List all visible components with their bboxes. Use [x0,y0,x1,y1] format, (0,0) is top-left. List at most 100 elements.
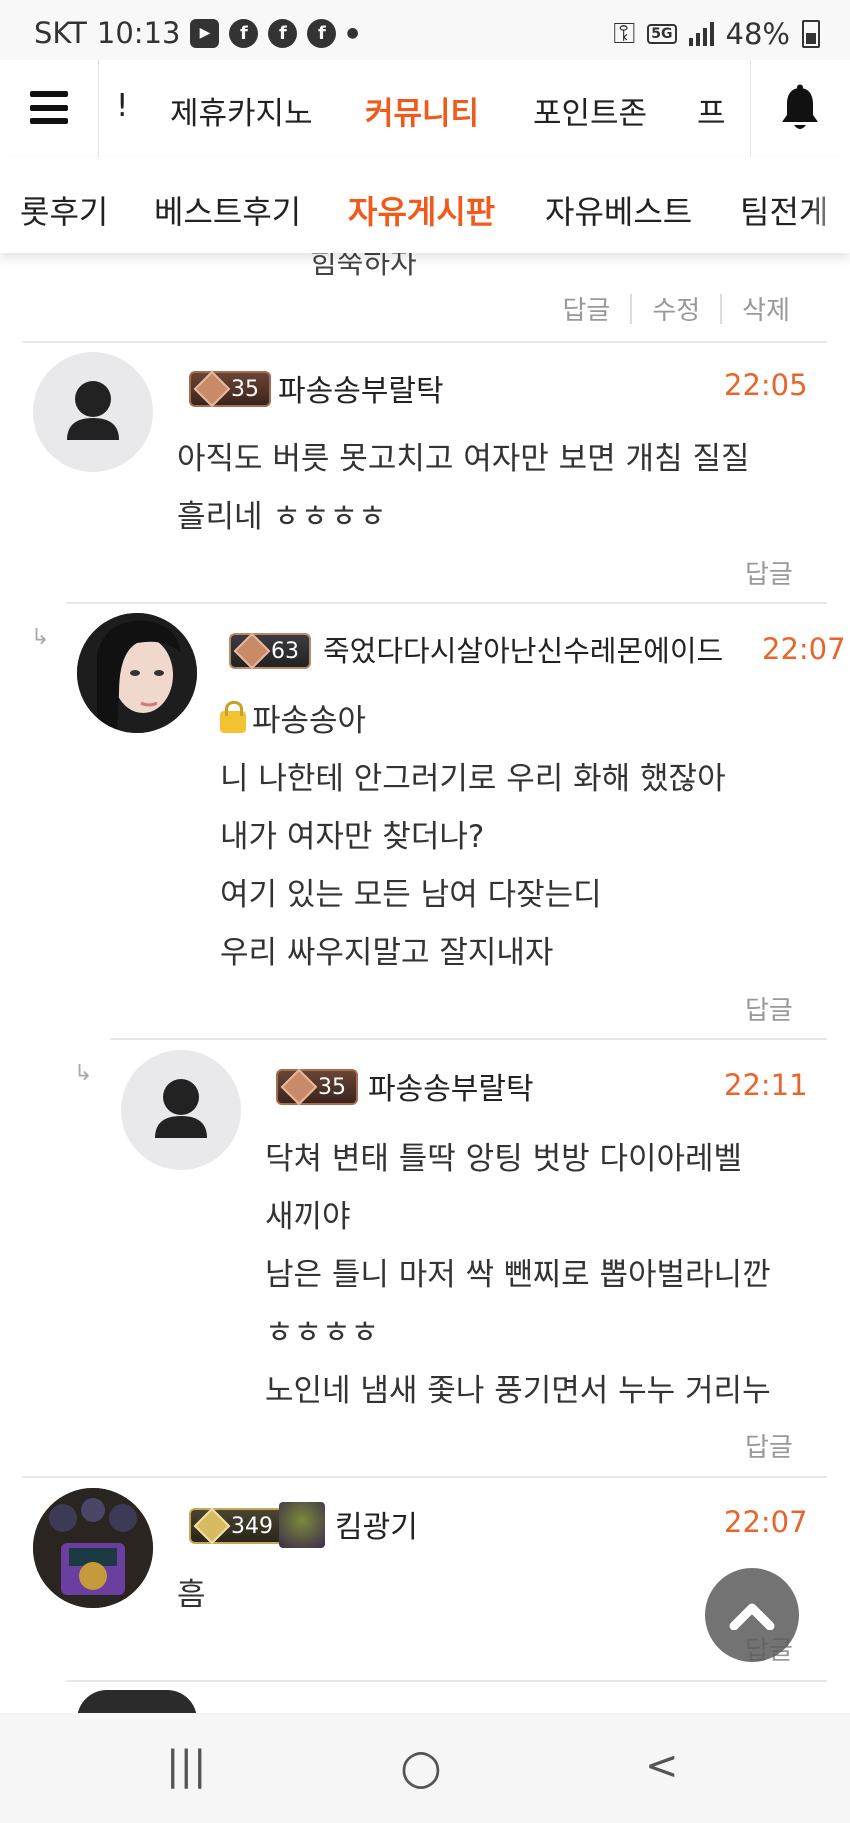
divider [66,1680,827,1682]
reply-arrow-icon: ↳ [74,1061,93,1086]
comment-line: 내가 여자만 찾더나? [220,819,485,855]
comment-line: 흘리네 ㅎㅎㅎㅎ [177,499,387,535]
recent-apps-icon[interactable]: ||| [166,1743,206,1789]
lock-icon [220,701,246,733]
comment-line: ㅎㅎㅎㅎ [265,1315,380,1351]
top-nav: ! 제휴카지노 커뮤니티 포인트존 프 [0,60,850,158]
nickname[interactable]: 킴광기 [335,1502,418,1546]
facebook-icon: f [307,18,337,48]
nav-divider [98,60,99,157]
comment-line: 아직도 버릇 못고치고 여자만 보면 개침 질질 [177,441,750,477]
clock: 10:13 [96,16,181,50]
mention-text: 파송송아 [252,703,367,739]
battery-percent: 48% [725,16,790,51]
top-nav-item-partial[interactable]: ! [116,88,128,124]
top-nav-item-casino[interactable]: 제휴카지노 [170,88,313,133]
comment-time: 22:07 [724,1505,808,1539]
comment-line: 노인네 냄새 좇나 풍기면서 누누 거리누 [265,1373,771,1409]
reply-button[interactable]: 답글 [745,554,793,591]
comment-time: 22:05 [724,368,808,402]
hamburger-icon[interactable] [30,91,68,124]
divider [110,1038,827,1040]
profile-photo [77,613,197,733]
comment-mention: 파송송아 [220,692,726,750]
overflow-fade [810,157,850,253]
level-badge: 35 [276,1068,358,1106]
item-icon [279,1502,325,1548]
level-badge: 349 [189,1507,285,1545]
comment-line: 니 나한테 안그러기로 우리 화해 했잖아 [220,761,726,797]
comment-line: 여기 있는 모든 남여 다잦는디 [220,877,602,913]
reply-button[interactable]: 답글 [562,290,610,327]
comment-line: 닥쳐 변태 틀딱 앙팅 벗방 다이아레벨 [265,1141,743,1177]
top-nav-item-points[interactable]: 포인트존 [533,88,647,133]
edit-button[interactable]: 수정 [652,290,700,327]
divider [66,602,827,604]
more-notifications-icon: ● [346,25,359,41]
signal-icon [688,21,714,46]
sub-nav-item-free-best[interactable]: 자유베스트 [545,187,692,233]
status-left: SKT 10:13 ▶ f f f ● [34,16,359,50]
network-badge: 5G [647,23,677,44]
divider [22,1476,827,1478]
key-icon: ⚿ [613,16,636,50]
divider [720,293,723,324]
comment-body: 흠 [177,1566,206,1624]
comment-body: 파송송아 니 나한테 안그러기로 우리 화해 했잖아 내가 여자만 찾더나? 여… [220,692,726,982]
level-value: 35 [231,376,259,402]
carrier: SKT [34,16,87,50]
level-value: 35 [318,1074,346,1100]
youtube-icon: ▶ [190,18,220,48]
comment-line: 새끼야 [265,1199,351,1235]
nav-divider [750,60,751,157]
reply-button[interactable]: 답글 [745,1427,793,1464]
game-avatar-image [33,1488,153,1608]
reply-arrow-icon: ↳ [31,625,50,650]
reply-button[interactable]: 답글 [745,990,793,1027]
level-badge: 35 [189,370,271,408]
nickname[interactable]: 파송송부랄탁 [278,366,444,410]
system-nav-bar: ||| ○ < [0,1713,850,1823]
divider [630,293,633,324]
nickname[interactable]: 죽었다다시살아난신수레몬에이드 [323,628,723,670]
rank-gem-icon [233,632,271,670]
divider [22,341,827,343]
rank-gem-icon [280,1068,318,1106]
nickname[interactable]: 파송송부랄탁 [368,1064,534,1108]
scroll-top-button[interactable] [705,1568,799,1662]
comment-time: 22:11 [724,1068,808,1102]
bell-icon[interactable] [779,84,821,134]
comment-line: 우리 싸우지말고 잘지내자 [220,935,554,971]
chevron-up-icon [729,1603,775,1630]
sub-nav-item-best-reviews[interactable]: 베스트후기 [154,187,301,233]
rank-gem-icon [193,370,231,408]
rank-gem-icon [193,1507,231,1545]
sub-nav: 롯후기 베스트후기 자유게시판 자유베스트 팀전게 [0,157,850,253]
facebook-icon: f [268,18,298,48]
avatar[interactable] [121,1050,241,1170]
status-right: ⚿ 5G 48% [613,16,820,51]
back-icon[interactable]: < [645,1743,679,1789]
comment-line: 흠 [177,1577,206,1613]
comment-body: 아직도 버릇 못고치고 여자만 보면 개침 질질 흘리네 ㅎㅎㅎㅎ [177,430,749,546]
facebook-icon: f [229,18,259,48]
battery-icon [802,19,820,48]
comment-actions: 답글 수정 삭제 [562,290,790,327]
level-value: 349 [231,1513,273,1539]
top-nav-item-more[interactable]: 프 [697,88,726,133]
sub-nav-item-free-board[interactable]: 자유게시판 [348,187,495,233]
avatar[interactable] [77,613,197,733]
top-nav-items: ! 제휴카지노 커뮤니티 포인트존 프 [100,60,750,157]
home-icon[interactable]: ○ [400,1739,442,1795]
sub-nav-item-reviews[interactable]: 롯후기 [20,187,108,233]
top-nav-item-community[interactable]: 커뮤니티 [365,88,479,133]
avatar[interactable] [33,352,153,472]
delete-button[interactable]: 삭제 [742,290,790,327]
comment-body: 닥쳐 변태 틀딱 앙팅 벗방 다이아레벨 새끼야 남은 틀니 마저 싹 뺀찌로 … [265,1130,771,1420]
user-placeholder-icon [155,1079,207,1138]
comment-time: 22:07 [762,632,846,666]
level-value: 63 [271,638,299,664]
avatar[interactable] [33,1488,153,1608]
comment-line: 남은 틀니 마저 싹 뺀찌로 뽑아벌라니깐 [265,1257,771,1293]
level-badge: 63 [229,632,311,670]
